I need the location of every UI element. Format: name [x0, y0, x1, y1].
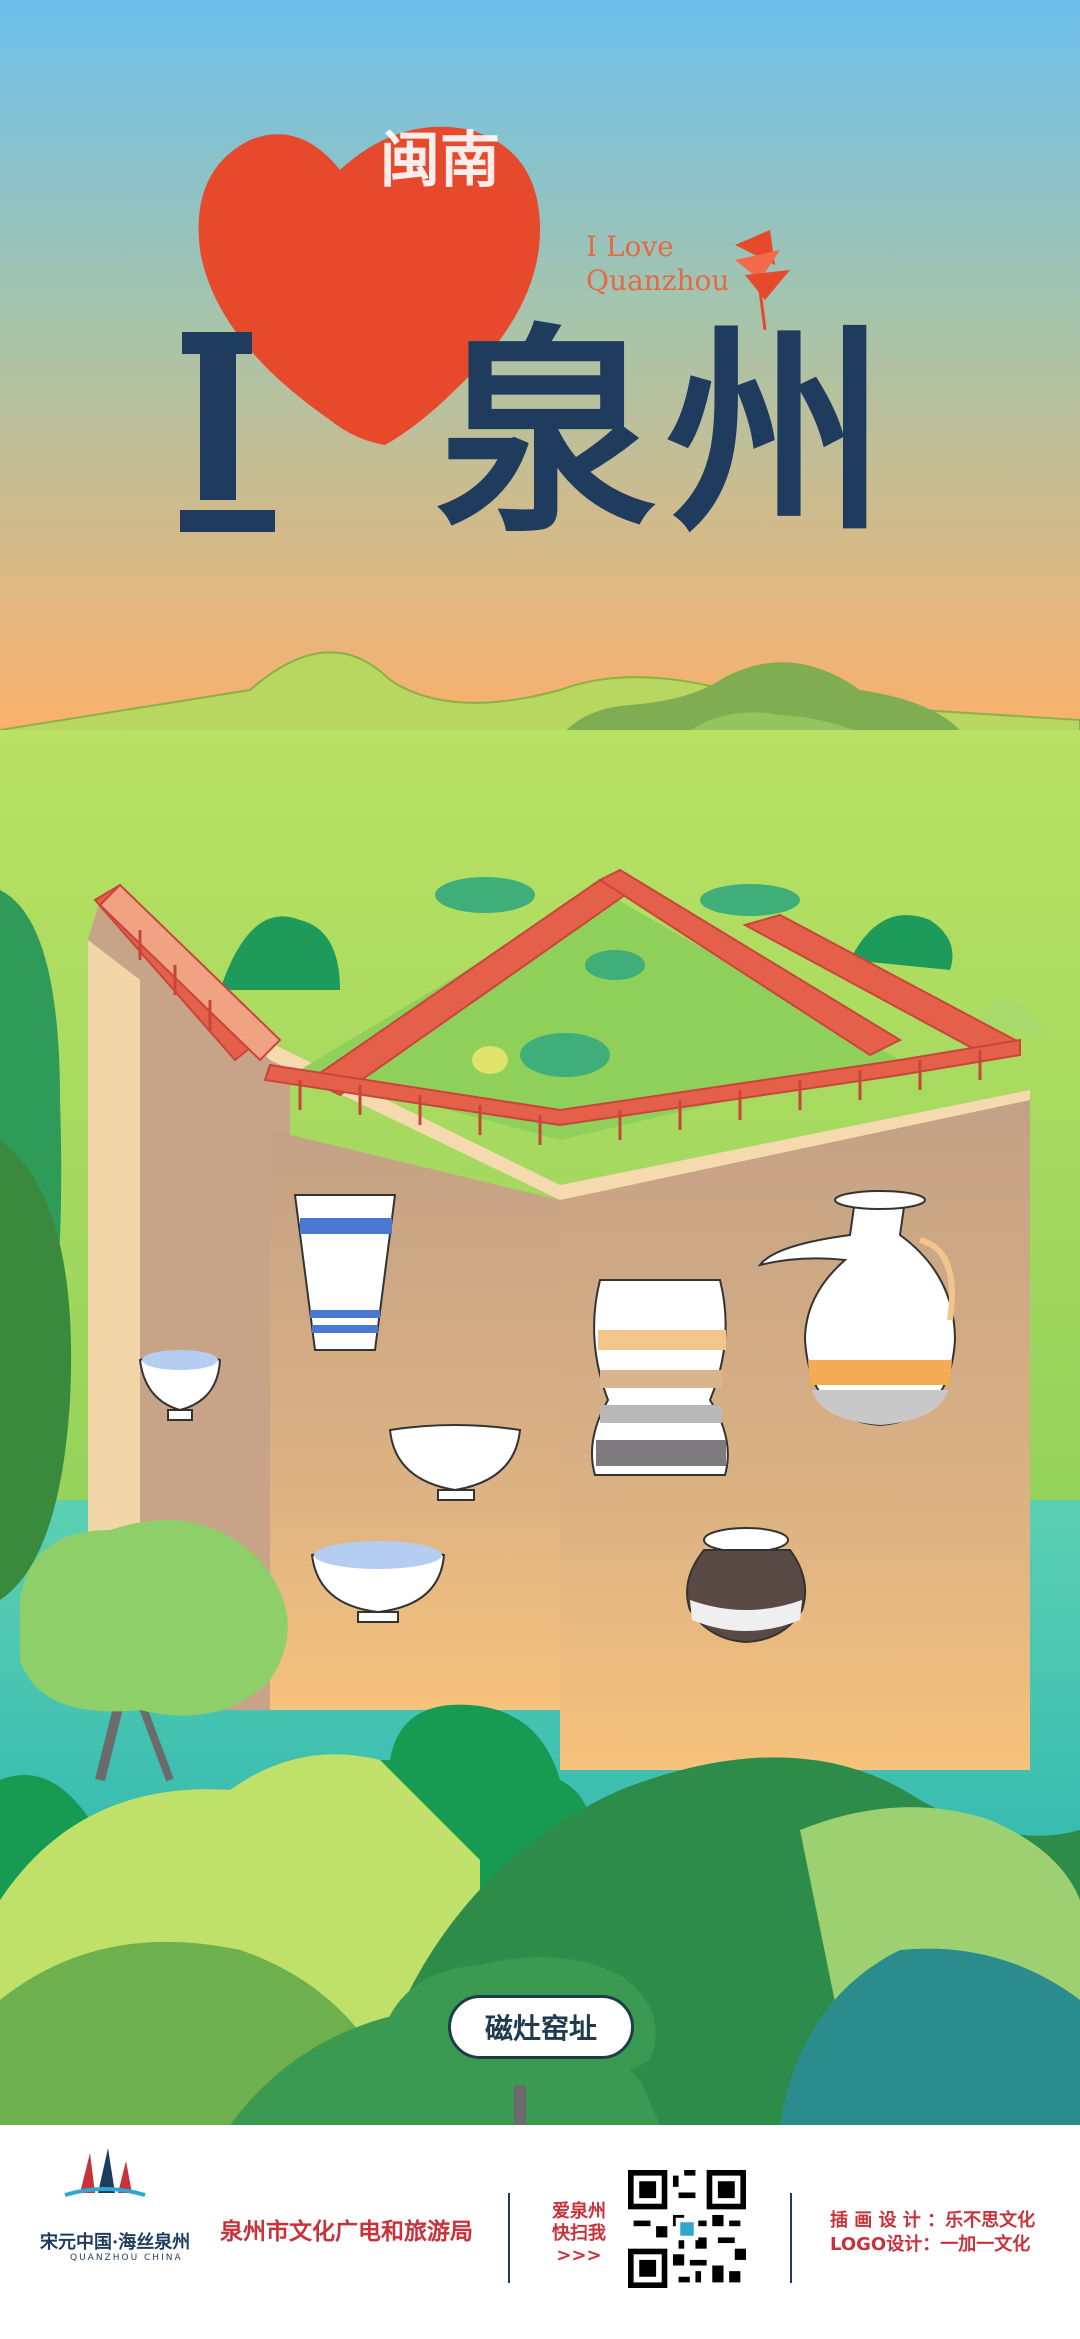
qr-prompt-line-1: 爱泉州 [552, 2201, 606, 2222]
site-tag-button[interactable]: 磁灶窑址 [448, 1995, 634, 2059]
logo-text: 宋元中国·海丝泉州 [40, 2232, 191, 2253]
shrub [700, 884, 800, 916]
heart-badge-glyph: 闽南 [380, 126, 500, 196]
credit-illustration: 插 画 设 计 ：乐不思文化 [830, 2210, 1036, 2231]
qr-prompt-line-3: >>> [556, 2245, 602, 2266]
footer-divider [508, 2193, 510, 2283]
organization-name: 泉州市文化广电和旅游局 [220, 2219, 473, 2245]
footer-divider-2 [790, 2193, 792, 2283]
letter-i-bottom [180, 510, 275, 532]
shrub [435, 877, 535, 913]
qr-prompt: 爱泉州 快扫我 >>> [552, 2201, 606, 2267]
shrub [472, 1046, 508, 1074]
credit-logo: LOGO设计：一加一文化 [830, 2234, 1031, 2255]
pottery-jar-banded [591, 1279, 729, 1476]
city-title: 泉州 [436, 303, 897, 562]
shrub [585, 950, 645, 980]
slogan-line-2: Quanzhou [586, 264, 730, 297]
letter-i-stem [200, 350, 236, 500]
footer-bar: 宋元中国·海丝泉州 QUANZHOU CHINA 泉州市文化广电和旅游局 爱泉州… [0, 2125, 1080, 2339]
site-wall-left-face [88, 940, 140, 1540]
quanzhou-logo-icon [64, 2148, 146, 2197]
poster-page: 闽南 I Love Quanzhou 泉州 磁灶窑址 宋元中国·海丝泉州 QUA… [0, 0, 1080, 2339]
qr-prompt-line-2: 快扫我 [552, 2223, 606, 2244]
slogan-line-1: I Love [586, 230, 674, 263]
qr-code-icon[interactable] [628, 2170, 746, 2288]
logo-subtext: QUANZHOU CHINA [70, 2253, 183, 2263]
shrub [520, 1033, 610, 1077]
slogan-english: I Love Quanzhou [586, 230, 729, 298]
design-credits: 插 画 设 计 ：乐不思文化 LOGO设计：一加一文化 [830, 2209, 1035, 2257]
